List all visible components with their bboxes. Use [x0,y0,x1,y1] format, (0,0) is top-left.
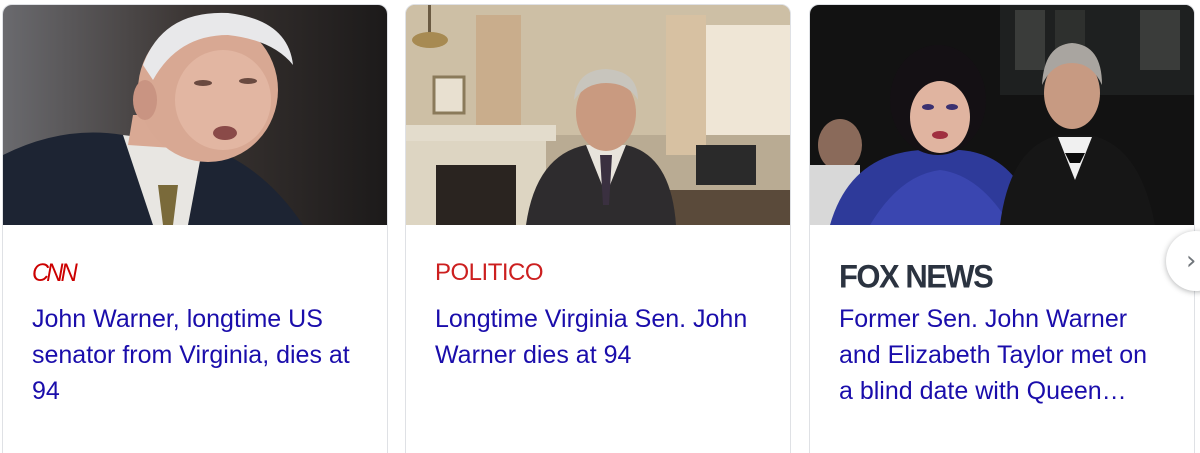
news-card-politico[interactable]: POLITICO Longtime Virginia Sen. John War… [405,4,791,453]
article-thumbnail[interactable] [406,5,790,225]
headline-link[interactable]: John Warner, longtime US senator from Vi… [32,301,359,409]
thumbnail-photo-couple [810,5,1194,225]
news-card-fox-news[interactable]: FOX NEWS Former Sen. John Warner and Eli… [809,4,1195,453]
headline-link[interactable]: Longtime Virginia Sen. John Warner dies … [435,301,762,373]
source-logo-fox-news: FOX NEWS [839,257,994,296]
thumbnail-photo-senator-speaking [3,5,387,225]
article-thumbnail[interactable] [810,5,1194,225]
source-logo-politico: POLITICO [435,259,544,286]
news-card-cnn[interactable]: CNN John Warner, longtime US senator fro… [2,4,388,453]
article-thumbnail[interactable] [3,5,387,225]
news-carousel: CNN John Warner, longtime US senator fro… [0,0,1200,453]
thumbnail-photo-office [406,5,790,225]
source-logo-cnn: CNN [32,259,78,287]
chevron-right-icon: › [1186,246,1197,276]
headline-link[interactable]: Former Sen. John Warner and Elizabeth Ta… [839,301,1166,409]
